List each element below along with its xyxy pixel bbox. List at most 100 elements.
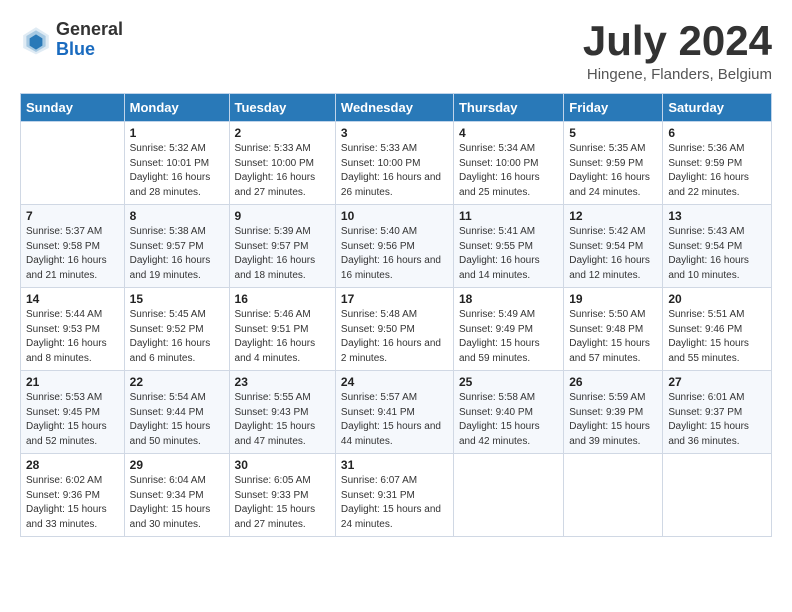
logo: General Blue [20,20,123,60]
day-number: 20 [668,292,766,306]
day-info: Sunrise: 5:50 AMSunset: 9:48 PMDaylight:… [569,308,657,366]
day-info: Sunrise: 5:48 AMSunset: 9:50 PMDaylight:… [341,308,448,366]
day-info: Sunrise: 6:04 AMSunset: 9:34 PMDaylight:… [130,474,224,532]
weekday-header: Thursday [453,94,563,122]
day-info: Sunrise: 5:57 AMSunset: 9:41 PMDaylight:… [341,391,448,449]
day-info: Sunrise: 5:33 AMSunset: 10:00 PMDaylight… [341,142,448,200]
calendar-cell: 12Sunrise: 5:42 AMSunset: 9:54 PMDayligh… [564,205,663,288]
calendar-cell: 31 Sunrise: 6:07 AMSunset: 9:31 PMDayligh… [335,454,453,537]
day-number: 25 [459,375,558,389]
day-number: 11 [459,209,558,223]
calendar-cell: 3 Sunrise: 5:33 AMSunset: 10:00 PMDayligh… [335,122,453,205]
calendar-cell: 6Sunrise: 5:36 AMSunset: 9:59 PMDaylight… [663,122,772,205]
day-info: Sunrise: 5:45 AMSunset: 9:52 PMDaylight:… [130,308,224,366]
logo-icon [20,24,52,56]
day-number: 15 [130,292,224,306]
calendar-cell: 1Sunrise: 5:32 AMSunset: 10:01 PMDayligh… [124,122,229,205]
calendar-cell: 19 Sunrise: 5:50 AMSunset: 9:48 PMDayligh… [564,288,663,371]
day-number: 21 [26,375,119,389]
day-info: Sunrise: 5:36 AMSunset: 9:59 PMDaylight:… [668,142,766,200]
calendar-cell [663,454,772,537]
calendar-cell: 27 Sunrise: 6:01 AMSunset: 9:37 PMDayligh… [663,371,772,454]
calendar-cell: 28 Sunrise: 6:02 AMSunset: 9:36 PMDayligh… [21,454,125,537]
day-info: Sunrise: 5:51 AMSunset: 9:46 PMDaylight:… [668,308,766,366]
calendar-week-row: 1Sunrise: 5:32 AMSunset: 10:01 PMDayligh… [21,122,772,205]
day-info: Sunrise: 5:54 AMSunset: 9:44 PMDaylight:… [130,391,224,449]
calendar-cell: 22Sunrise: 5:54 AMSunset: 9:44 PMDayligh… [124,371,229,454]
logo-blue: Blue [56,40,123,60]
calendar-cell: 7 Sunrise: 5:37 AMSunset: 9:58 PMDaylight… [21,205,125,288]
calendar-cell: 2 Sunrise: 5:33 AMSunset: 10:00 PMDayligh… [229,122,335,205]
day-info: Sunrise: 5:39 AMSunset: 9:57 PMDaylight:… [235,225,330,283]
calendar-cell [21,122,125,205]
calendar-cell: 26 Sunrise: 5:59 AMSunset: 9:39 PMDayligh… [564,371,663,454]
day-number: 30 [235,458,330,472]
day-info: Sunrise: 5:33 AMSunset: 10:00 PMDaylight… [235,142,330,200]
calendar-cell: 9 Sunrise: 5:39 AMSunset: 9:57 PMDaylight… [229,205,335,288]
day-number: 14 [26,292,119,306]
calendar-week-row: 21 Sunrise: 5:53 AMSunset: 9:45 PMDayligh… [21,371,772,454]
calendar-cell: 17 Sunrise: 5:48 AMSunset: 9:50 PMDayligh… [335,288,453,371]
day-info: Sunrise: 5:41 AMSunset: 9:55 PMDaylight:… [459,225,558,283]
day-info: Sunrise: 5:53 AMSunset: 9:45 PMDaylight:… [26,391,119,449]
day-info: Sunrise: 5:43 AMSunset: 9:54 PMDaylight:… [668,225,766,283]
day-number: 5 [569,126,657,140]
day-info: Sunrise: 6:07 AMSunset: 9:31 PMDaylight:… [341,474,448,532]
location: Hingene, Flanders, Belgium [583,66,772,83]
weekday-header-row: SundayMondayTuesdayWednesdayThursdayFrid… [21,94,772,122]
day-info: Sunrise: 5:32 AMSunset: 10:01 PMDaylight… [130,142,224,200]
logo-text: General Blue [56,20,123,60]
day-number: 9 [235,209,330,223]
day-number: 10 [341,209,448,223]
day-number: 18 [459,292,558,306]
weekday-header: Saturday [663,94,772,122]
calendar-cell: 23Sunrise: 5:55 AMSunset: 9:43 PMDayligh… [229,371,335,454]
day-info: Sunrise: 5:35 AMSunset: 9:59 PMDaylight:… [569,142,657,200]
day-info: Sunrise: 5:58 AMSunset: 9:40 PMDaylight:… [459,391,558,449]
day-info: Sunrise: 5:34 AMSunset: 10:00 PMDaylight… [459,142,558,200]
calendar-cell: 15 Sunrise: 5:45 AMSunset: 9:52 PMDayligh… [124,288,229,371]
day-number: 27 [668,375,766,389]
day-number: 8 [130,209,224,223]
calendar-cell: 21 Sunrise: 5:53 AMSunset: 9:45 PMDayligh… [21,371,125,454]
day-number: 19 [569,292,657,306]
calendar-cell: 5 Sunrise: 5:35 AMSunset: 9:59 PMDaylight… [564,122,663,205]
day-number: 17 [341,292,448,306]
day-info: Sunrise: 5:38 AMSunset: 9:57 PMDaylight:… [130,225,224,283]
day-info: Sunrise: 5:59 AMSunset: 9:39 PMDaylight:… [569,391,657,449]
calendar-week-row: 7 Sunrise: 5:37 AMSunset: 9:58 PMDaylight… [21,205,772,288]
calendar-cell: 29 Sunrise: 6:04 AMSunset: 9:34 PMDayligh… [124,454,229,537]
day-info: Sunrise: 5:44 AMSunset: 9:53 PMDaylight:… [26,308,119,366]
day-info: Sunrise: 5:55 AMSunset: 9:43 PMDaylight:… [235,391,330,449]
day-number: 2 [235,126,330,140]
title-block: July 2024 Hingene, Flanders, Belgium [583,20,772,83]
day-info: Sunrise: 5:40 AMSunset: 9:56 PMDaylight:… [341,225,448,283]
calendar-cell [564,454,663,537]
calendar-cell: 24 Sunrise: 5:57 AMSunset: 9:41 PMDayligh… [335,371,453,454]
day-number: 3 [341,126,448,140]
calendar-cell: 18 Sunrise: 5:49 AMSunset: 9:49 PMDayligh… [453,288,563,371]
weekday-header: Wednesday [335,94,453,122]
calendar-cell: 4Sunrise: 5:34 AMSunset: 10:00 PMDayligh… [453,122,563,205]
weekday-header: Sunday [21,94,125,122]
day-info: Sunrise: 5:42 AMSunset: 9:54 PMDaylight:… [569,225,657,283]
calendar-cell: 10 Sunrise: 5:40 AMSunset: 9:56 PMDayligh… [335,205,453,288]
day-number: 7 [26,209,119,223]
day-info: Sunrise: 6:01 AMSunset: 9:37 PMDaylight:… [668,391,766,449]
day-info: Sunrise: 5:37 AMSunset: 9:58 PMDaylight:… [26,225,119,283]
calendar-cell: 20 Sunrise: 5:51 AMSunset: 9:46 PMDayligh… [663,288,772,371]
calendar-week-row: 28 Sunrise: 6:02 AMSunset: 9:36 PMDayligh… [21,454,772,537]
day-info: Sunrise: 6:02 AMSunset: 9:36 PMDaylight:… [26,474,119,532]
day-number: 31 [341,458,448,472]
page-header: General Blue July 2024 Hingene, Flanders… [20,20,772,83]
day-number: 29 [130,458,224,472]
day-info: Sunrise: 5:49 AMSunset: 9:49 PMDaylight:… [459,308,558,366]
month-title: July 2024 [583,20,772,62]
day-number: 28 [26,458,119,472]
day-number: 24 [341,375,448,389]
day-number: 26 [569,375,657,389]
weekday-header: Friday [564,94,663,122]
day-number: 13 [668,209,766,223]
day-info: Sunrise: 5:46 AMSunset: 9:51 PMDaylight:… [235,308,330,366]
weekday-header: Monday [124,94,229,122]
